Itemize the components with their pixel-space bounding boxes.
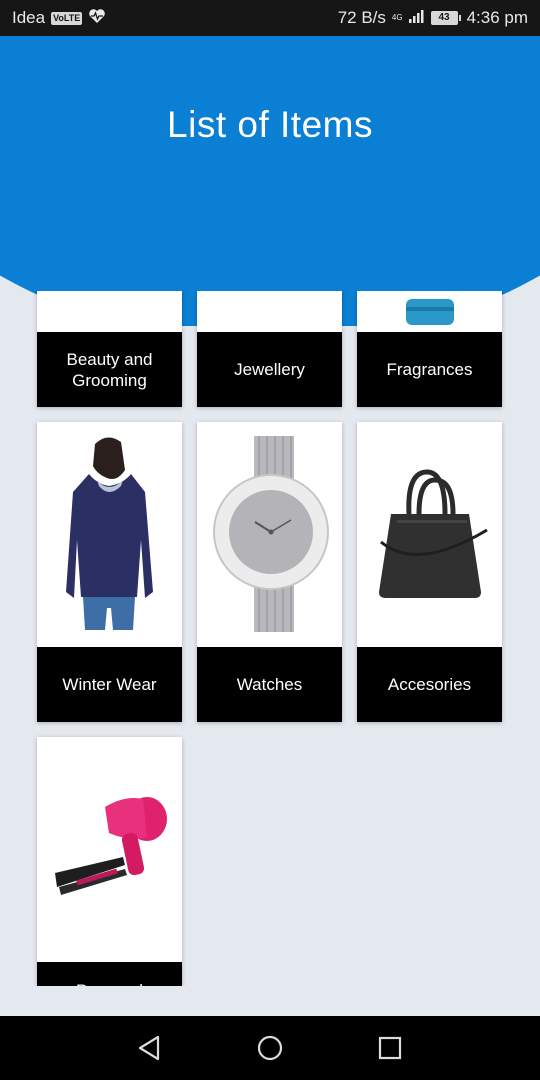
category-card-jewellery[interactable]: Jewellery	[197, 291, 342, 407]
category-label: Fragrances	[357, 332, 502, 407]
category-label: Accesories	[357, 647, 502, 722]
watch-image	[197, 422, 342, 647]
category-label: Personal	[37, 962, 182, 986]
category-grid[interactable]: Beauty and Grooming Jewellery Fragrances	[30, 291, 510, 986]
recents-icon[interactable]	[374, 1032, 406, 1064]
category-card-beauty[interactable]: Beauty and Grooming	[37, 291, 182, 407]
signal-icon	[408, 8, 425, 28]
volte-icon: VoLTE	[51, 11, 83, 25]
category-card-personal[interactable]: Personal	[37, 737, 182, 986]
carrier-name: Idea	[12, 8, 46, 27]
category-card-winter-wear[interactable]: Winter Wear	[37, 422, 182, 722]
category-label: Watches	[197, 647, 342, 722]
handbag-image	[357, 422, 502, 647]
beauty-product-icon	[37, 291, 182, 332]
category-card-watches[interactable]: Watches	[197, 422, 342, 722]
network-type: 4G	[391, 13, 403, 22]
back-icon[interactable]	[134, 1032, 166, 1064]
page-title: List of Items	[167, 104, 373, 145]
perfume-bottle-icon	[357, 291, 502, 332]
network-speed: 72 B/s	[337, 8, 386, 27]
hoodie-image	[37, 422, 182, 647]
clock: 4:36 pm	[466, 8, 528, 27]
category-label: Winter Wear	[37, 647, 182, 722]
header: List of Items	[0, 36, 540, 326]
battery-icon: 43	[430, 11, 461, 25]
navigation-bar	[0, 1016, 540, 1080]
category-card-fragrances[interactable]: Fragrances	[357, 291, 502, 407]
hair-dryer-straightener-image	[37, 737, 182, 962]
health-icon	[88, 8, 106, 29]
jewellery-icon	[197, 291, 342, 332]
category-card-accesories[interactable]: Accesories	[357, 422, 502, 722]
home-icon[interactable]	[254, 1032, 286, 1064]
category-label: Jewellery	[197, 332, 342, 407]
category-label: Beauty and Grooming	[37, 332, 182, 407]
status-bar: Idea VoLTE 72 B/s 4G 43 4:36 pm	[0, 0, 540, 36]
battery-level: 43	[430, 11, 458, 25]
header-background	[0, 36, 540, 326]
